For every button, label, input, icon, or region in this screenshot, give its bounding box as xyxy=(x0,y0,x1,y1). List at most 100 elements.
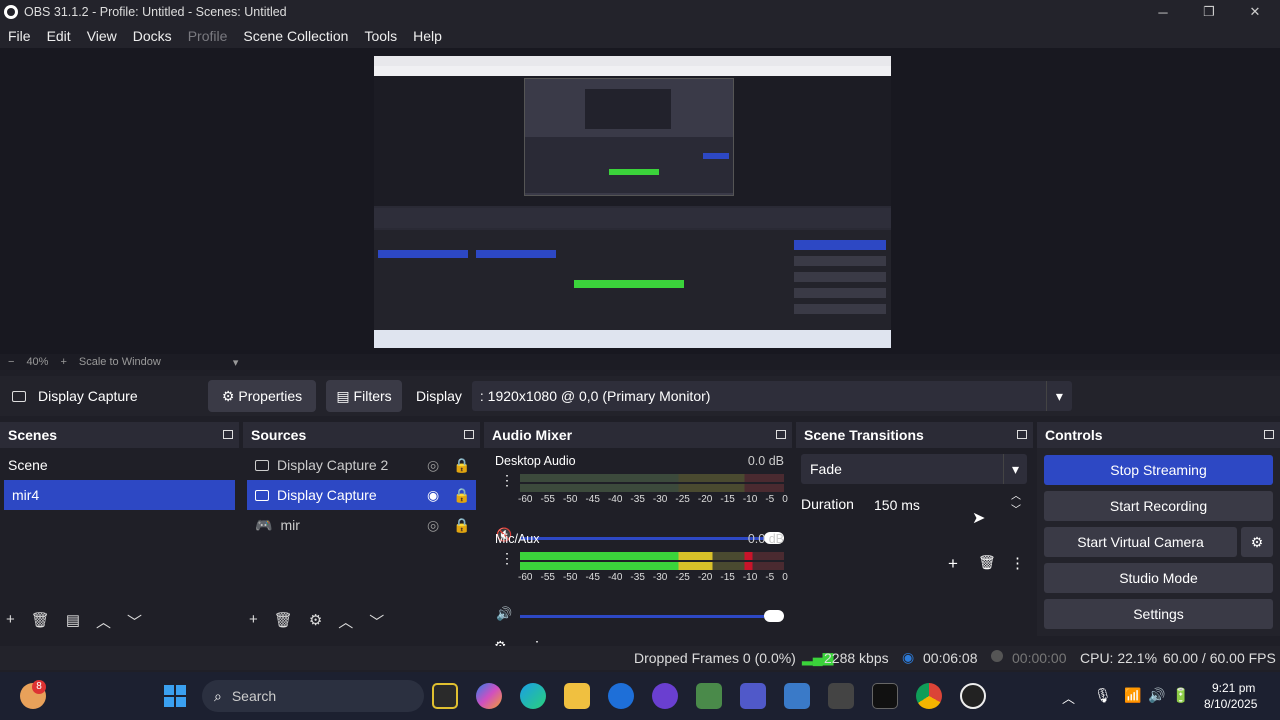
display-icon xyxy=(12,390,26,402)
microphone-icon[interactable]: 🎙 xyxy=(1094,687,1112,704)
menu-view[interactable]: View xyxy=(87,28,117,44)
display-select[interactable]: : 1920x1080 @ 0,0 (Primary Monitor) ▾ xyxy=(471,381,1072,411)
move-down-icon[interactable]: ﹀ xyxy=(127,611,142,632)
menu-edit[interactable]: Edit xyxy=(47,28,71,44)
virtual-camera-settings-button[interactable]: ⚙ xyxy=(1241,527,1273,557)
zoom-out-button[interactable]: − xyxy=(8,356,14,368)
maximize-button[interactable]: ❐ xyxy=(1186,0,1232,24)
chevron-up-icon[interactable]: ︿ xyxy=(1062,688,1075,707)
record-icon xyxy=(991,650,1003,662)
lock-icon[interactable]: 🔒 xyxy=(453,457,470,474)
kebab-menu-icon[interactable]: ⋮ xyxy=(500,472,514,489)
move-down-icon[interactable]: ﹀ xyxy=(369,611,384,632)
source-item[interactable]: 🎮 mir ◎ 🔒 xyxy=(243,510,480,540)
scene-item-scene[interactable]: Scene xyxy=(0,450,239,480)
transition-select[interactable]: Fade ▾ xyxy=(801,454,1027,484)
menu-docks[interactable]: Docks xyxy=(133,28,172,44)
add-icon[interactable]: + xyxy=(249,611,258,632)
status-bar: Dropped Frames 0 (0.0%) ▂▄▆ 2288 kbps ◉ … xyxy=(0,646,1280,670)
copilot-icon[interactable] xyxy=(476,683,502,709)
scale-mode-select[interactable]: Scale to Window xyxy=(79,356,161,368)
battery-icon[interactable]: 🔋 xyxy=(1172,687,1189,704)
trash-icon[interactable]: 🗑 xyxy=(274,611,293,632)
menu-help[interactable]: Help xyxy=(413,28,442,44)
mixer-header: Audio Mixer xyxy=(484,422,792,448)
sources-title: Sources xyxy=(251,427,307,443)
move-up-icon[interactable]: ︿ xyxy=(96,611,111,632)
undock-icon[interactable] xyxy=(223,430,233,439)
source-item[interactable]: Display Capture 2 ◎ 🔒 xyxy=(243,450,480,480)
sticky-notes-icon[interactable] xyxy=(432,683,458,709)
sources-list: Display Capture 2 ◎ 🔒 Display Capture ◉ … xyxy=(243,448,480,636)
menu-scene-collection[interactable]: Scene Collection xyxy=(243,28,348,44)
start-recording-button[interactable]: Start Recording xyxy=(1044,491,1273,521)
window-title: OBS 31.1.2 - Profile: Untitled - Scenes:… xyxy=(24,5,287,19)
windows-start-icon[interactable] xyxy=(164,685,186,707)
zoom-in-button[interactable]: + xyxy=(60,356,66,368)
eye-hidden-icon[interactable]: ◎ xyxy=(427,517,439,534)
undock-icon[interactable] xyxy=(1264,430,1274,439)
chevron-down-icon[interactable]: ▾ xyxy=(1003,454,1027,484)
filter-icon[interactable]: ▤ xyxy=(66,611,80,632)
wifi-icon[interactable]: 📶 xyxy=(1124,687,1141,704)
volume-slider[interactable] xyxy=(520,537,764,540)
obs-icon[interactable] xyxy=(960,683,986,709)
record-time: 00:00:00 xyxy=(1012,650,1067,666)
menu-file[interactable]: File xyxy=(8,28,31,44)
clock-date[interactable]: 8/10/2025 xyxy=(1204,697,1257,711)
source-item-selected[interactable]: Display Capture ◉ 🔒 xyxy=(247,480,476,510)
studio-mode-button[interactable]: Studio Mode xyxy=(1044,563,1273,593)
duration-stepper[interactable]: ︿ ﹀ xyxy=(1011,490,1021,518)
slider-handle[interactable] xyxy=(764,610,784,622)
file-explorer-icon[interactable] xyxy=(564,683,590,709)
menu-profile[interactable]: Profile xyxy=(188,28,228,44)
volume-icon[interactable]: 🔊 xyxy=(1148,687,1165,704)
shield-icon[interactable] xyxy=(608,683,634,709)
edge-icon[interactable] xyxy=(520,683,546,709)
calculator-icon[interactable] xyxy=(828,683,854,709)
scene-transitions-dock: Scene Transitions Fade ▾ Duration 150 ms… xyxy=(796,422,1033,636)
filters-button[interactable]: ▤ Filters xyxy=(326,380,402,412)
viber-icon[interactable] xyxy=(652,683,678,709)
transitions-body: Fade ▾ Duration 150 ms ︿ ﹀ + 🗑 ⋮ ➤ xyxy=(796,448,1033,636)
snipping-tool-icon[interactable] xyxy=(784,683,810,709)
game-app-icon[interactable] xyxy=(872,683,898,709)
taskbar-search[interactable]: ⌕ Search xyxy=(202,680,424,712)
eye-icon[interactable]: ◉ xyxy=(427,487,439,504)
lock-icon[interactable]: 🔒 xyxy=(453,517,470,534)
stop-streaming-button[interactable]: Stop Streaming xyxy=(1044,455,1273,485)
properties-label: Properties xyxy=(238,388,303,404)
chevron-down-icon[interactable]: ▾ xyxy=(233,356,239,369)
lock-icon[interactable]: 🔒 xyxy=(453,487,470,504)
undock-icon[interactable] xyxy=(1017,430,1027,439)
teams-icon[interactable] xyxy=(740,683,766,709)
clock-time[interactable]: 9:21 pm xyxy=(1212,681,1255,695)
trash-icon[interactable]: 🗑 xyxy=(31,611,50,632)
minimize-button[interactable]: ─ xyxy=(1140,0,1186,24)
undock-icon[interactable] xyxy=(464,430,474,439)
start-virtual-camera-button[interactable]: Start Virtual Camera xyxy=(1044,527,1237,557)
source-toolbar: Display Capture ⚙ Properties ▤ Filters D… xyxy=(0,376,1280,416)
move-up-icon[interactable]: ︿ xyxy=(338,611,353,632)
kebab-menu-icon[interactable]: ⋮ xyxy=(500,550,514,567)
nested-menu xyxy=(374,66,891,76)
undock-icon[interactable] xyxy=(776,430,786,439)
add-icon[interactable]: + xyxy=(948,554,958,574)
kebab-menu-icon[interactable]: ⋮ xyxy=(1010,554,1025,572)
speaker-icon[interactable]: 🔊 xyxy=(496,606,512,622)
duration-input[interactable]: 150 ms ︿ ﹀ xyxy=(866,490,1027,520)
chevron-down-icon[interactable]: ▾ xyxy=(1045,381,1072,411)
add-icon[interactable]: + xyxy=(6,611,15,632)
eye-hidden-icon[interactable]: ◎ xyxy=(427,457,439,474)
volume-slider[interactable] xyxy=(520,615,764,618)
menu-tools[interactable]: Tools xyxy=(364,28,397,44)
gear-icon[interactable]: ⚙ xyxy=(309,611,322,632)
chrome-icon[interactable] xyxy=(916,683,942,709)
people-icon[interactable] xyxy=(696,683,722,709)
trash-icon[interactable]: 🗑 xyxy=(978,554,996,571)
settings-button[interactable]: Settings xyxy=(1044,599,1273,629)
close-button[interactable]: ✕ xyxy=(1232,0,1278,24)
properties-button[interactable]: ⚙ Properties xyxy=(208,380,316,412)
preview-canvas[interactable] xyxy=(374,56,891,348)
scene-item-mir4[interactable]: mir4 xyxy=(4,480,235,510)
